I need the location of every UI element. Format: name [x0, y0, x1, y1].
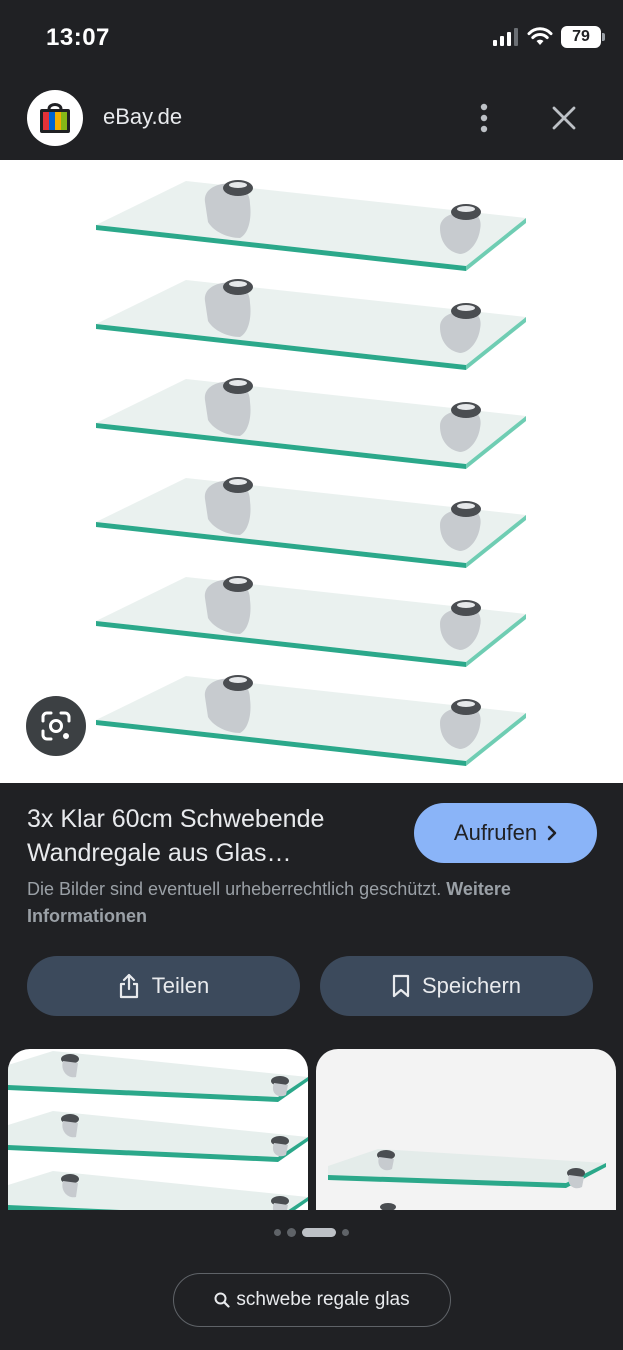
visit-button[interactable]: Aufrufen — [414, 803, 597, 863]
page-dot-active[interactable] — [302, 1227, 336, 1237]
google-lens-icon — [41, 711, 71, 741]
ebay-shopping-bag-icon[interactable] — [27, 90, 83, 146]
more-options-button[interactable] — [466, 96, 502, 140]
share-button-label: Teilen — [151, 973, 210, 998]
page-dot[interactable] — [287, 1227, 296, 1237]
share-button[interactable]: Teilen — [27, 956, 300, 1016]
result-title[interactable]: 3x Klar 60cm Schwebende Wandregale aus G… — [27, 802, 397, 870]
search-icon — [214, 1292, 230, 1308]
google-lens-button[interactable] — [26, 696, 86, 756]
carousel-pagination — [0, 1224, 623, 1240]
more-vertical-icon — [480, 103, 488, 133]
status-icons: 79 — [493, 26, 605, 48]
bookmark-icon — [392, 974, 410, 998]
save-button[interactable]: Speichern — [320, 956, 593, 1016]
page-dot[interactable] — [274, 1228, 281, 1236]
related-image-thumbnail[interactable] — [8, 1049, 308, 1210]
chevron-right-icon — [547, 825, 557, 841]
page-dot[interactable] — [342, 1228, 349, 1236]
signal-icon — [493, 28, 518, 46]
close-button[interactable] — [544, 96, 584, 140]
wifi-icon — [527, 27, 553, 45]
status-time: 13:07 — [46, 24, 110, 51]
visit-button-label: Aufrufen — [453, 820, 538, 845]
search-query-text: schwebe regale glas — [236, 1289, 410, 1310]
product-image[interactable] — [0, 160, 623, 783]
close-icon — [552, 106, 576, 130]
copyright-text: Die Bilder sind eventuell urheberrechtli… — [27, 879, 442, 899]
site-name[interactable]: eBay.de — [103, 104, 182, 130]
copyright-notice: Die Bilder sind eventuell urheberrechtli… — [27, 876, 597, 930]
save-button-label: Speichern — [421, 973, 522, 998]
battery-icon: 79 — [561, 26, 605, 48]
status-bar: 13:07 79 — [0, 0, 623, 76]
search-query-chip[interactable]: schwebe regale glas — [173, 1273, 451, 1327]
share-icon — [119, 973, 138, 999]
related-image-thumbnail[interactable] — [316, 1049, 616, 1210]
battery-level: 79 — [572, 28, 590, 45]
site-header: eBay.de — [0, 76, 623, 160]
